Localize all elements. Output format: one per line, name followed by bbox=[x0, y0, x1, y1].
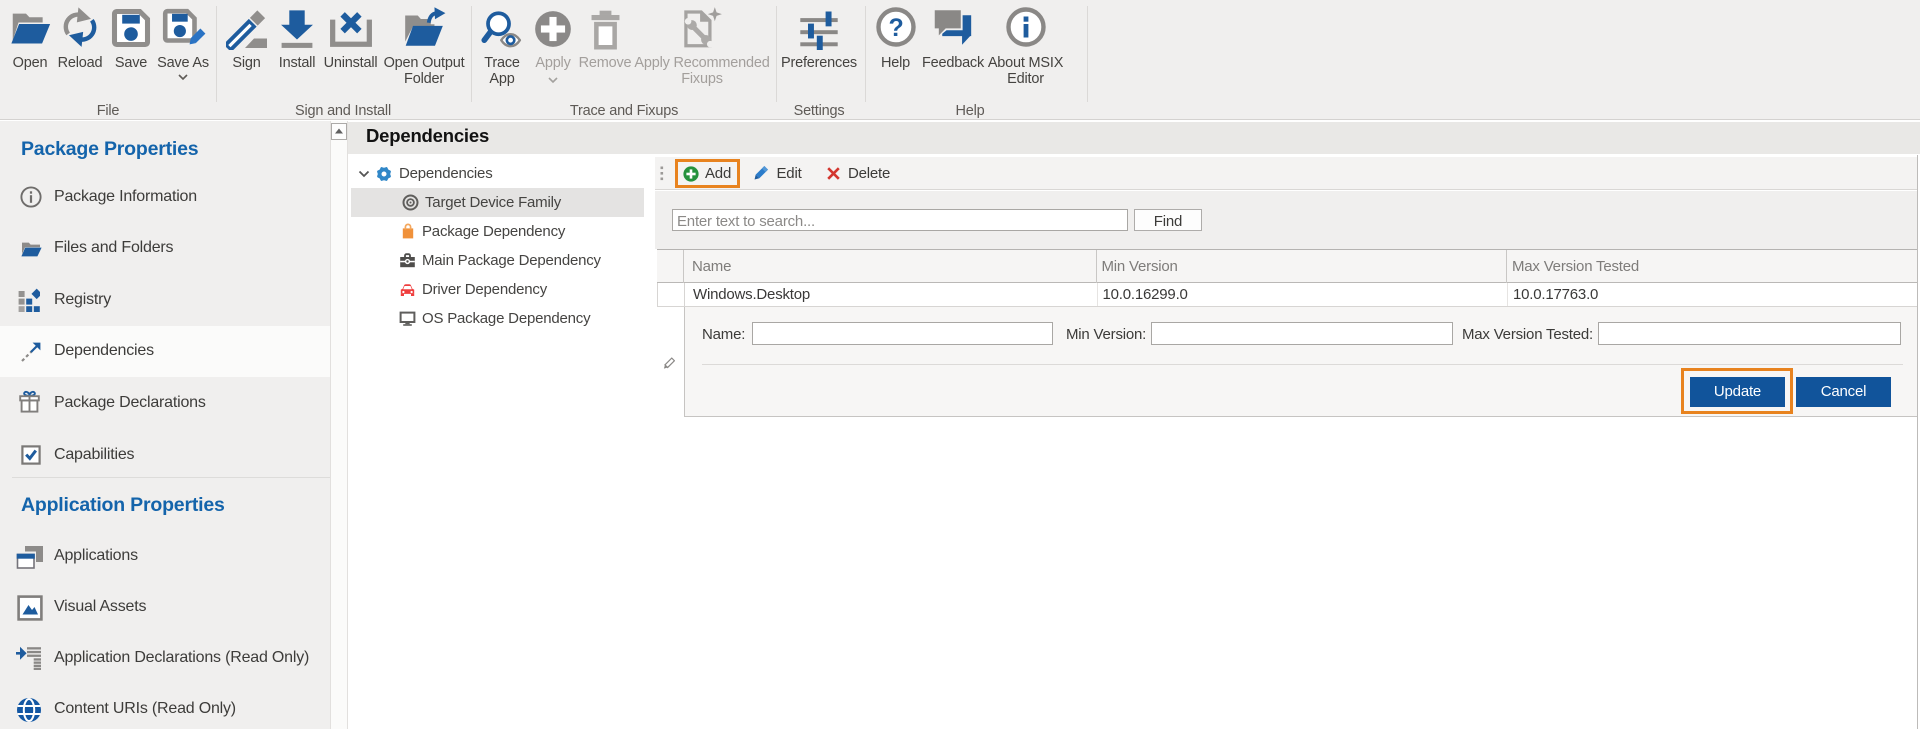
svg-text:?: ? bbox=[888, 14, 903, 42]
